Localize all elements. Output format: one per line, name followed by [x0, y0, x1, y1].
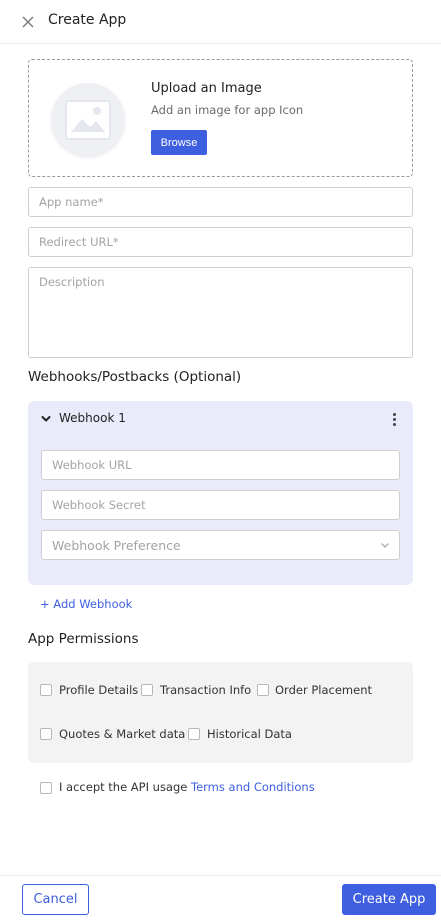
close-button[interactable]: [18, 12, 38, 32]
transaction-info-checkbox[interactable]: [141, 684, 153, 696]
webhook-preference-placeholder: Webhook Preference: [52, 538, 181, 553]
quotes-market-data-checkbox[interactable]: [40, 728, 52, 740]
app-name-input[interactable]: [28, 187, 413, 217]
quotes-market-data-label: Quotes & Market data: [59, 727, 186, 741]
profile-details-checkbox[interactable]: [40, 684, 52, 696]
webhook-preference-select[interactable]: Webhook Preference: [41, 530, 400, 560]
terms-checkbox[interactable]: [40, 782, 52, 794]
dialog-title: Create App: [48, 12, 127, 28]
more-options-icon[interactable]: [388, 411, 400, 427]
redirect-url-input[interactable]: [28, 227, 413, 257]
close-icon: [22, 16, 34, 28]
profile-details-label: Profile Details: [59, 683, 139, 697]
image-placeholder-icon: [65, 100, 111, 140]
create-app-button[interactable]: Create App: [342, 884, 436, 915]
webhooks-section-title: Webhooks/Postbacks (Optional): [28, 369, 242, 385]
browse-button[interactable]: Browse: [151, 130, 207, 155]
terms-link[interactable]: Terms and Conditions: [191, 780, 315, 794]
webhook-title: Webhook 1: [59, 411, 126, 425]
dialog-footer: Cancel Create App: [0, 875, 441, 920]
webhook-secret-input[interactable]: [41, 490, 400, 520]
upload-subtitle: Add an image for app Icon: [151, 103, 304, 117]
image-preview: [51, 83, 125, 157]
webhook-panel: Webhook 1 Webhook Preference: [28, 401, 413, 585]
webhook-url-input[interactable]: [41, 450, 400, 480]
chevron-down-icon[interactable]: [40, 413, 52, 425]
permissions-panel: Profile Details Transaction Info Order P…: [28, 662, 413, 763]
historical-data-label: Historical Data: [207, 727, 292, 741]
terms-prefix: I accept the API usage: [59, 780, 192, 794]
dialog-header: Create App: [0, 0, 441, 44]
transaction-info-label: Transaction Info: [160, 683, 252, 697]
image-upload-area[interactable]: Upload an Image Add an image for app Ico…: [28, 59, 413, 177]
upload-title: Upload an Image: [151, 81, 262, 96]
historical-data-checkbox[interactable]: [188, 728, 200, 740]
description-textarea[interactable]: [28, 267, 413, 358]
add-webhook-link[interactable]: + Add Webhook: [40, 597, 132, 611]
order-placement-checkbox[interactable]: [257, 684, 269, 696]
order-placement-label: Order Placement: [275, 683, 372, 697]
terms-text: I accept the API usage Terms and Conditi…: [59, 780, 315, 794]
permissions-section-title: App Permissions: [28, 631, 139, 647]
chevron-down-icon: [381, 543, 389, 548]
cancel-button[interactable]: Cancel: [22, 884, 89, 915]
